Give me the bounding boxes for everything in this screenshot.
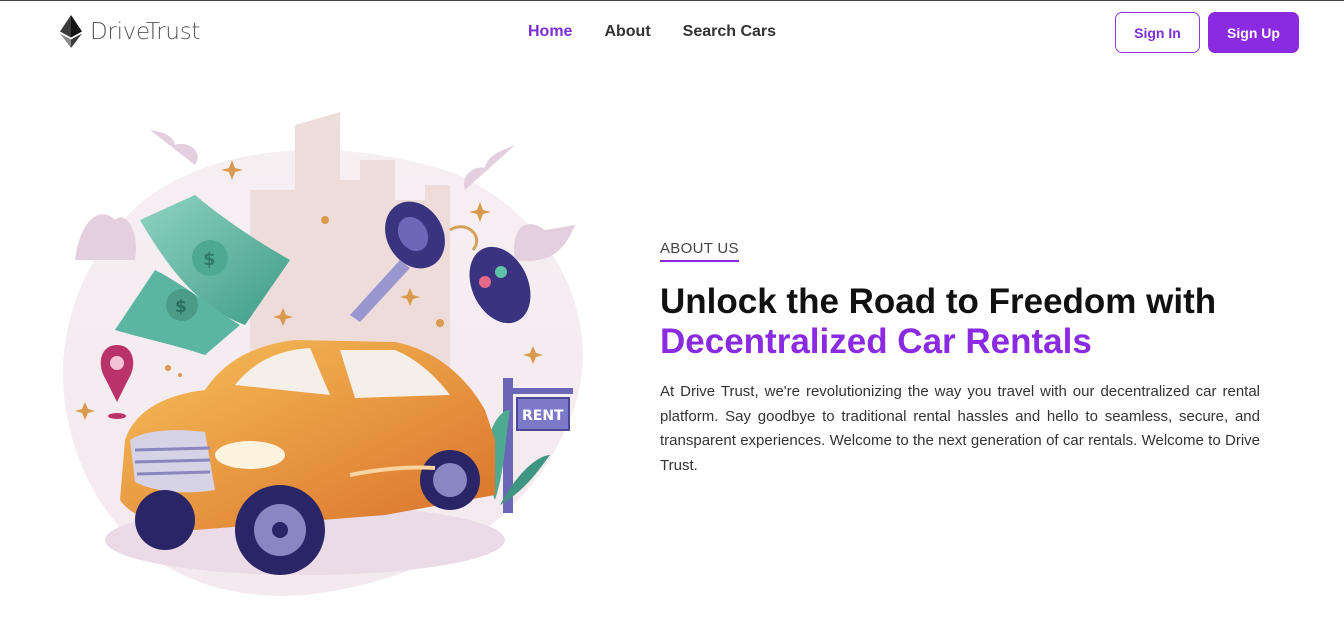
sign-in-button[interactable]: Sign In — [1115, 12, 1200, 53]
brand-logo[interactable]: DriveTrust — [60, 15, 200, 48]
rent-sign-text: RENT — [522, 408, 564, 424]
nav-home[interactable]: Home — [528, 23, 572, 41]
hero-title-accent: Decentralized Car Rentals — [660, 322, 1092, 361]
hero-title: Unlock the Road to Freedom with Decentra… — [660, 282, 1260, 362]
sign-up-button[interactable]: Sign Up — [1208, 12, 1299, 53]
about-section: ABOUT US Unlock the Road to Freedom with… — [660, 240, 1260, 478]
main-nav: Home About Search Cars — [528, 23, 776, 41]
nav-about[interactable]: About — [604, 23, 650, 41]
nav-search-cars[interactable]: Search Cars — [683, 23, 776, 41]
hero-title-line1: Unlock the Road to Freedom with — [660, 282, 1217, 321]
ethereum-logo-icon — [60, 15, 82, 48]
svg-text:$: $ — [203, 249, 216, 270]
hero-description: At Drive Trust, we're revolutionizing th… — [660, 383, 1260, 474]
section-eyebrow: ABOUT US — [660, 240, 739, 262]
brand-name: DriveTrust — [90, 18, 201, 45]
car-rental-illustration: $ $ RENT — [62, 112, 583, 596]
site-header: DriveTrust Home About Search Cars Sign I… — [0, 1, 1344, 63]
svg-text:$: $ — [175, 297, 187, 317]
